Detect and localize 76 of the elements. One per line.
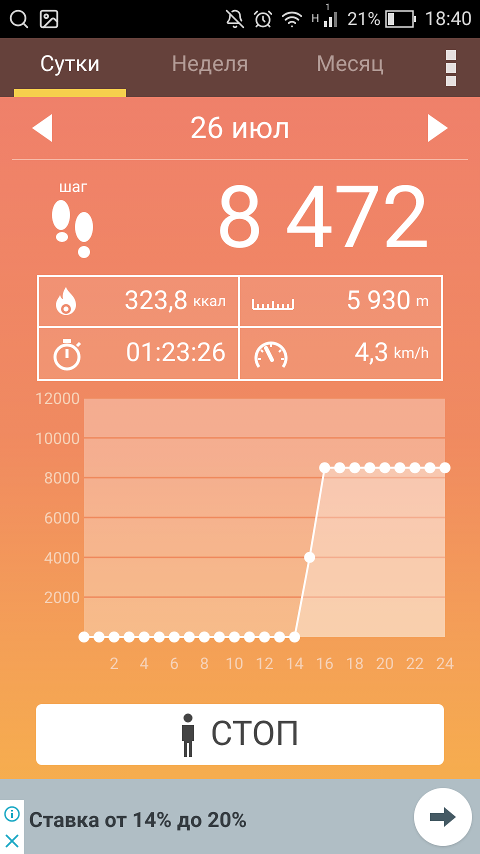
axis-label: 10000 — [35, 428, 80, 448]
data-point — [289, 632, 300, 642]
stat-value: 01:23:26 — [126, 337, 226, 370]
info-icon — [4, 806, 20, 822]
axis-label: 2 — [110, 654, 119, 673]
stat-value: 5 930 — [346, 285, 411, 318]
axis-label: 18 — [346, 654, 364, 673]
axis-label: 4 — [140, 654, 149, 673]
right-arrow-icon — [426, 113, 450, 143]
axis-label: 2000 — [44, 588, 80, 608]
ad-text: Ставка от 14% до 20% — [29, 808, 247, 835]
stop-button[interactable]: СТОП — [36, 704, 444, 765]
steps-unit: шаг — [58, 176, 88, 198]
axis-label: 16 — [316, 654, 334, 673]
data-point — [214, 632, 225, 642]
axis-label: 6000 — [44, 508, 80, 528]
footprints-icon — [50, 198, 96, 260]
muted-icon — [225, 9, 246, 29]
stat-unit: m — [416, 291, 429, 312]
search-icon — [8, 8, 30, 30]
data-point — [424, 462, 436, 474]
axis-label: 20 — [376, 654, 394, 673]
date-label: 26 июл — [190, 110, 290, 148]
stat-unit: ккал — [192, 291, 226, 312]
axis-label: 14 — [286, 654, 304, 673]
data-point — [394, 462, 406, 474]
data-point — [244, 632, 255, 642]
next-button[interactable] — [426, 113, 450, 143]
axis-label: 12 — [256, 654, 274, 673]
axis-label: 24 — [436, 654, 454, 673]
stat-value: 323,8 — [124, 285, 188, 318]
clock: 18:40 — [424, 6, 472, 32]
data-point — [440, 462, 450, 474]
stat-unit: km/h — [394, 343, 429, 364]
data-point — [168, 632, 180, 642]
data-point — [409, 462, 420, 474]
data-point — [78, 632, 90, 642]
previous-button[interactable] — [30, 113, 54, 143]
alarm-icon — [253, 9, 274, 29]
step-count: 8 472 — [215, 174, 430, 260]
battery-percent: 21% — [347, 8, 381, 32]
data-point — [154, 632, 165, 642]
data-point — [364, 462, 376, 474]
axis-label: 12000 — [35, 389, 80, 408]
data-point — [198, 632, 210, 642]
data-point — [138, 632, 150, 642]
data-point — [108, 632, 120, 642]
data-point — [184, 632, 195, 642]
battery-icon — [384, 10, 417, 28]
axis-label: 6 — [170, 654, 179, 673]
axis-label: 8000 — [44, 468, 80, 488]
close-icon — [5, 834, 19, 848]
signal-icon — [323, 11, 340, 27]
data-point — [124, 632, 135, 642]
left-arrow-icon — [30, 113, 54, 143]
arrow-icon — [429, 806, 457, 828]
data-point — [379, 462, 390, 474]
data-point — [334, 462, 346, 474]
ad-arrow-button[interactable] — [414, 788, 472, 846]
axis-label: 8 — [200, 654, 209, 673]
network-type: H — [311, 10, 320, 27]
data-point — [304, 552, 316, 563]
sim-number: 1 — [325, 2, 330, 15]
data-point — [319, 462, 330, 474]
data-point — [274, 632, 286, 642]
person-icon — [180, 712, 196, 756]
data-point — [349, 462, 360, 474]
axis-label: 22 — [406, 654, 424, 673]
data-point — [259, 632, 270, 642]
stat-value: 4,3 — [354, 337, 389, 370]
data-point — [94, 632, 105, 642]
axis-label: 4000 — [44, 548, 80, 568]
image-icon — [38, 8, 60, 30]
axis-label: 10 — [225, 654, 244, 673]
data-point — [228, 632, 240, 642]
stopwatch-icon — [51, 336, 83, 370]
